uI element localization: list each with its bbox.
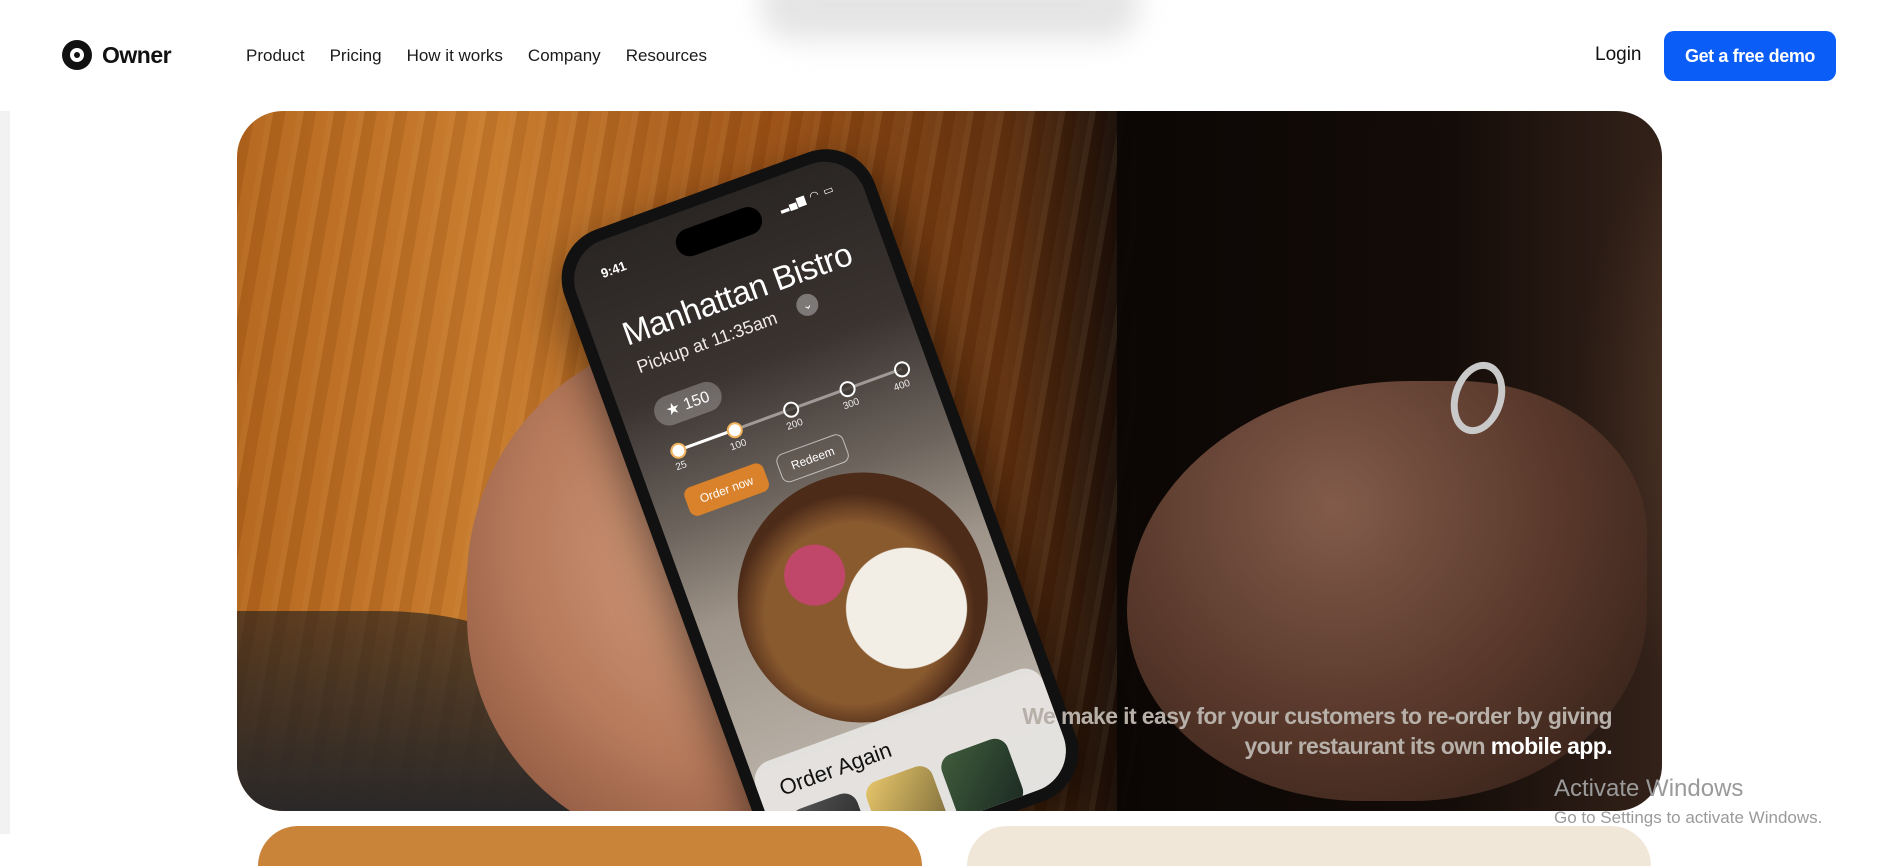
get-demo-button[interactable]: Get a free demo xyxy=(1664,31,1836,81)
activate-windows-title: Activate Windows xyxy=(1554,775,1744,802)
header-blur-decoration xyxy=(760,0,1140,40)
nav-product[interactable]: Product xyxy=(246,46,305,66)
tier-label: 400 xyxy=(892,377,912,394)
brand-name: Owner xyxy=(102,41,172,68)
login-link[interactable]: Login xyxy=(1595,44,1642,66)
tier-marker xyxy=(668,440,689,461)
logo-icon xyxy=(62,40,92,70)
nav-how-it-works[interactable]: How it works xyxy=(407,46,503,66)
brand-logo[interactable]: Owner xyxy=(62,40,172,70)
tier-label: 200 xyxy=(785,416,805,433)
points-badge: ★ 150 xyxy=(649,377,726,430)
caption-emphasis: mobile app. xyxy=(1490,733,1613,759)
tier-label: 100 xyxy=(728,437,749,454)
main-nav: Product Pricing How it works Company Res… xyxy=(246,46,707,66)
nav-company[interactable]: Company xyxy=(528,46,601,66)
dynamic-island xyxy=(671,203,767,261)
tier-label: 300 xyxy=(841,396,862,413)
tier-label: 25 xyxy=(674,459,689,474)
tier-marker xyxy=(891,359,913,380)
top-header: Owner Product Pricing How it works Compa… xyxy=(0,0,1891,111)
hero-caption: We make it easy for your customers to re… xyxy=(992,701,1612,761)
activate-windows-subtitle: Go to Settings to activate Windows. xyxy=(1554,808,1823,827)
nav-pricing[interactable]: Pricing xyxy=(330,46,382,66)
order-now-button: Order now xyxy=(682,461,772,519)
signal-wifi-battery-icon: ▂▄▆ ◠ ▭ xyxy=(777,183,837,215)
nav-resources[interactable]: Resources xyxy=(626,46,707,66)
phone-time: 9:41 xyxy=(598,257,629,281)
points-value: 150 xyxy=(681,388,713,414)
chevron-down-icon: ⌄ xyxy=(793,290,822,319)
star-icon: ★ xyxy=(663,399,683,420)
next-section-card-right xyxy=(967,826,1651,866)
page-left-strip xyxy=(0,111,10,834)
food-thumbnail xyxy=(862,762,952,811)
hero-image: 9:41 ▂▄▆ ◠ ▭ Manhattan Bistro Pickup at … xyxy=(237,111,1662,811)
next-section-card-left xyxy=(258,826,922,866)
